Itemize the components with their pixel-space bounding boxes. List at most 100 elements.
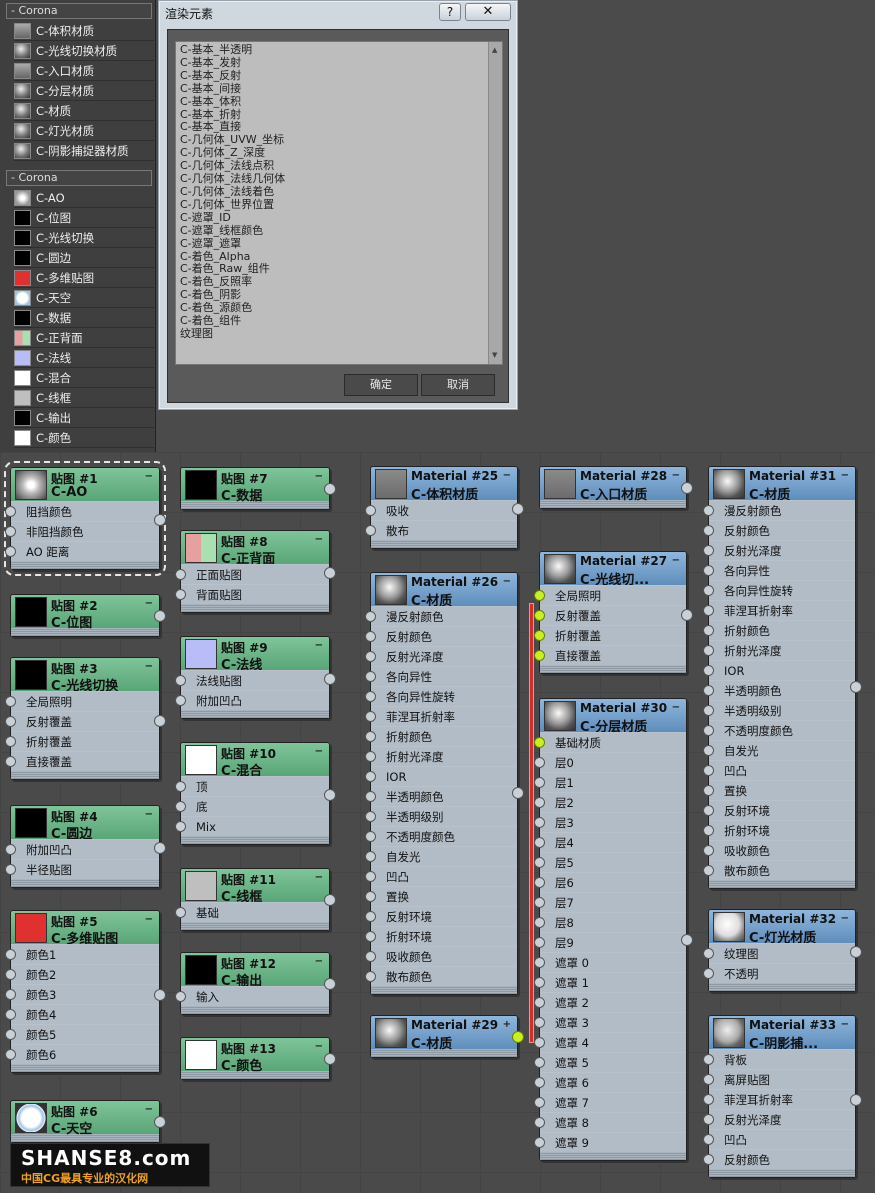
input-socket-icon[interactable] bbox=[5, 506, 16, 517]
input-slot[interactable]: 遮罩 0 bbox=[534, 952, 686, 972]
input-slot[interactable]: 不透明度颜色 bbox=[365, 826, 517, 846]
input-slot[interactable]: 背面贴图 bbox=[175, 584, 329, 604]
input-socket-icon[interactable] bbox=[703, 825, 714, 836]
input-slot[interactable]: 菲涅耳折射率 bbox=[703, 1089, 855, 1109]
input-socket-icon[interactable] bbox=[534, 857, 545, 868]
input-slot[interactable]: 半透明级别 bbox=[365, 806, 517, 826]
input-slot[interactable]: 非阻挡颜色 bbox=[5, 521, 159, 541]
input-socket-icon[interactable] bbox=[534, 957, 545, 968]
input-socket-icon[interactable] bbox=[5, 864, 16, 875]
input-slot[interactable]: 遮罩 8 bbox=[534, 1112, 686, 1132]
input-socket-icon[interactable] bbox=[5, 736, 16, 747]
input-socket-icon[interactable] bbox=[703, 745, 714, 756]
browser-material-item[interactable]: C-灯光材质 bbox=[14, 122, 154, 141]
node-mat28[interactable]: Material #28 C-入口材质 − bbox=[539, 466, 693, 509]
input-socket-icon[interactable] bbox=[703, 785, 714, 796]
input-socket-icon[interactable] bbox=[703, 845, 714, 856]
input-slot[interactable]: 各向异性旋转 bbox=[365, 686, 517, 706]
input-slot[interactable]: 反射光泽度 bbox=[703, 1109, 855, 1129]
node-m3[interactable]: 贴图 #3 C-光线切换 − 全局照明 反射覆盖 折射覆盖 直接覆盖 bbox=[5, 657, 166, 780]
input-socket-icon[interactable] bbox=[534, 777, 545, 788]
rollout-corona-materials[interactable]: - Corona bbox=[6, 3, 152, 19]
input-socket-icon[interactable] bbox=[175, 589, 186, 600]
input-socket-icon[interactable] bbox=[365, 671, 376, 682]
output-socket-icon[interactable] bbox=[324, 789, 336, 801]
input-slot[interactable]: 层6 bbox=[534, 872, 686, 892]
node-header[interactable]: 贴图 #5 C-多维贴图 − bbox=[11, 911, 159, 947]
browser-map-item[interactable]: C-线框 bbox=[14, 389, 154, 408]
input-slot[interactable]: 折射覆盖 bbox=[534, 625, 686, 645]
minimize-icon[interactable]: − bbox=[145, 914, 153, 925]
input-slot[interactable]: 颜色2 bbox=[5, 964, 159, 984]
node-header[interactable]: 贴图 #1 C-AO − bbox=[11, 468, 159, 501]
node-header[interactable]: 贴图 #12 C-输出 − bbox=[181, 953, 329, 989]
minimize-icon[interactable]: − bbox=[315, 640, 323, 651]
input-socket-icon[interactable] bbox=[365, 771, 376, 782]
minimize-icon[interactable]: − bbox=[315, 956, 323, 967]
minimize-icon[interactable]: − bbox=[315, 872, 323, 883]
render-element-item[interactable]: C-几何体_法线着色 bbox=[180, 185, 498, 199]
input-socket-icon[interactable] bbox=[534, 650, 545, 661]
input-slot[interactable]: 层0 bbox=[534, 752, 686, 772]
input-slot[interactable]: 直接覆盖 bbox=[534, 645, 686, 665]
input-socket-icon[interactable] bbox=[365, 525, 376, 536]
minimize-icon[interactable]: − bbox=[315, 1041, 323, 1052]
node-header[interactable]: Material #29 C-材质 + bbox=[371, 1016, 517, 1052]
input-slot[interactable]: 背板 bbox=[703, 1049, 855, 1069]
input-socket-icon[interactable] bbox=[703, 525, 714, 536]
input-socket-icon[interactable] bbox=[5, 1029, 16, 1040]
input-socket-icon[interactable] bbox=[534, 1037, 545, 1048]
input-slot[interactable]: 层2 bbox=[534, 792, 686, 812]
input-slot[interactable]: 颜色5 bbox=[5, 1024, 159, 1044]
input-slot[interactable]: 附加凹凸 bbox=[175, 690, 329, 710]
input-socket-icon[interactable] bbox=[703, 665, 714, 676]
input-slot[interactable]: 直接覆盖 bbox=[5, 751, 159, 771]
browser-map-item[interactable]: C-输出 bbox=[14, 409, 154, 428]
node-m4[interactable]: 贴图 #4 C-圆边 − 附加凹凸 半径贴图 bbox=[5, 805, 166, 888]
minimize-icon[interactable]: − bbox=[315, 534, 323, 545]
output-socket-icon[interactable] bbox=[154, 514, 166, 526]
node-m1[interactable]: 贴图 #1 C-AO − 阻挡颜色 非阻挡颜色 AO 距离 bbox=[4, 461, 166, 576]
input-slot[interactable]: 吸收颜色 bbox=[365, 946, 517, 966]
render-element-item[interactable]: C-基本_间接 bbox=[180, 82, 498, 96]
browser-map-item[interactable]: C-AO bbox=[14, 189, 154, 208]
node-header[interactable]: 贴图 #6 C-天空 − bbox=[11, 1101, 159, 1137]
input-socket-icon[interactable] bbox=[534, 1137, 545, 1148]
input-slot[interactable]: 菲涅耳折射率 bbox=[703, 600, 855, 620]
input-socket-icon[interactable] bbox=[5, 756, 16, 767]
input-socket-icon[interactable] bbox=[5, 844, 16, 855]
input-slot[interactable]: 颜色1 bbox=[5, 944, 159, 964]
input-slot[interactable]: 离屏贴图 bbox=[703, 1069, 855, 1089]
input-slot[interactable]: 不透明度颜色 bbox=[703, 720, 855, 740]
output-socket-icon[interactable] bbox=[324, 978, 336, 990]
input-socket-icon[interactable] bbox=[703, 685, 714, 696]
input-socket-icon[interactable] bbox=[703, 585, 714, 596]
minimize-icon[interactable]: − bbox=[315, 471, 323, 482]
input-slot[interactable]: 正面贴图 bbox=[175, 564, 329, 584]
input-slot[interactable]: 反射覆盖 bbox=[5, 711, 159, 731]
input-slot[interactable]: IOR bbox=[703, 660, 855, 680]
input-slot[interactable]: 置换 bbox=[365, 886, 517, 906]
node-header[interactable]: 贴图 #13 C-颜色 − bbox=[181, 1038, 329, 1074]
output-socket-icon[interactable] bbox=[324, 566, 336, 579]
render-element-item[interactable]: C-几何体_世界位置 bbox=[180, 198, 498, 212]
output-socket-icon[interactable] bbox=[850, 1093, 862, 1106]
input-socket-icon[interactable] bbox=[5, 716, 16, 727]
output-socket-icon[interactable] bbox=[154, 841, 166, 854]
help-button[interactable]: ? bbox=[439, 3, 461, 21]
render-element-item[interactable]: C-遮罩_线框颜色 bbox=[180, 224, 498, 238]
input-slot[interactable]: 遮罩 1 bbox=[534, 972, 686, 992]
node-mat25[interactable]: Material #25 C-体积材质 − 吸收 散布 bbox=[365, 466, 524, 549]
browser-map-item[interactable]: C-法线 bbox=[14, 349, 154, 368]
input-slot[interactable]: 基础材质 bbox=[534, 732, 686, 752]
input-slot[interactable]: 反射光泽度 bbox=[703, 540, 855, 560]
input-socket-icon[interactable] bbox=[175, 569, 186, 580]
input-socket-icon[interactable] bbox=[534, 797, 545, 808]
input-socket-icon[interactable] bbox=[703, 865, 714, 876]
node-m8[interactable]: 贴图 #8 C-正背面 − 正面贴图 背面贴图 bbox=[175, 530, 336, 613]
render-element-item[interactable]: 纹理图 bbox=[180, 327, 498, 341]
browser-map-item[interactable]: C-多维贴图 bbox=[14, 269, 154, 288]
input-socket-icon[interactable] bbox=[365, 851, 376, 862]
input-socket-icon[interactable] bbox=[365, 611, 376, 622]
input-slot[interactable]: 输入 bbox=[175, 986, 329, 1006]
